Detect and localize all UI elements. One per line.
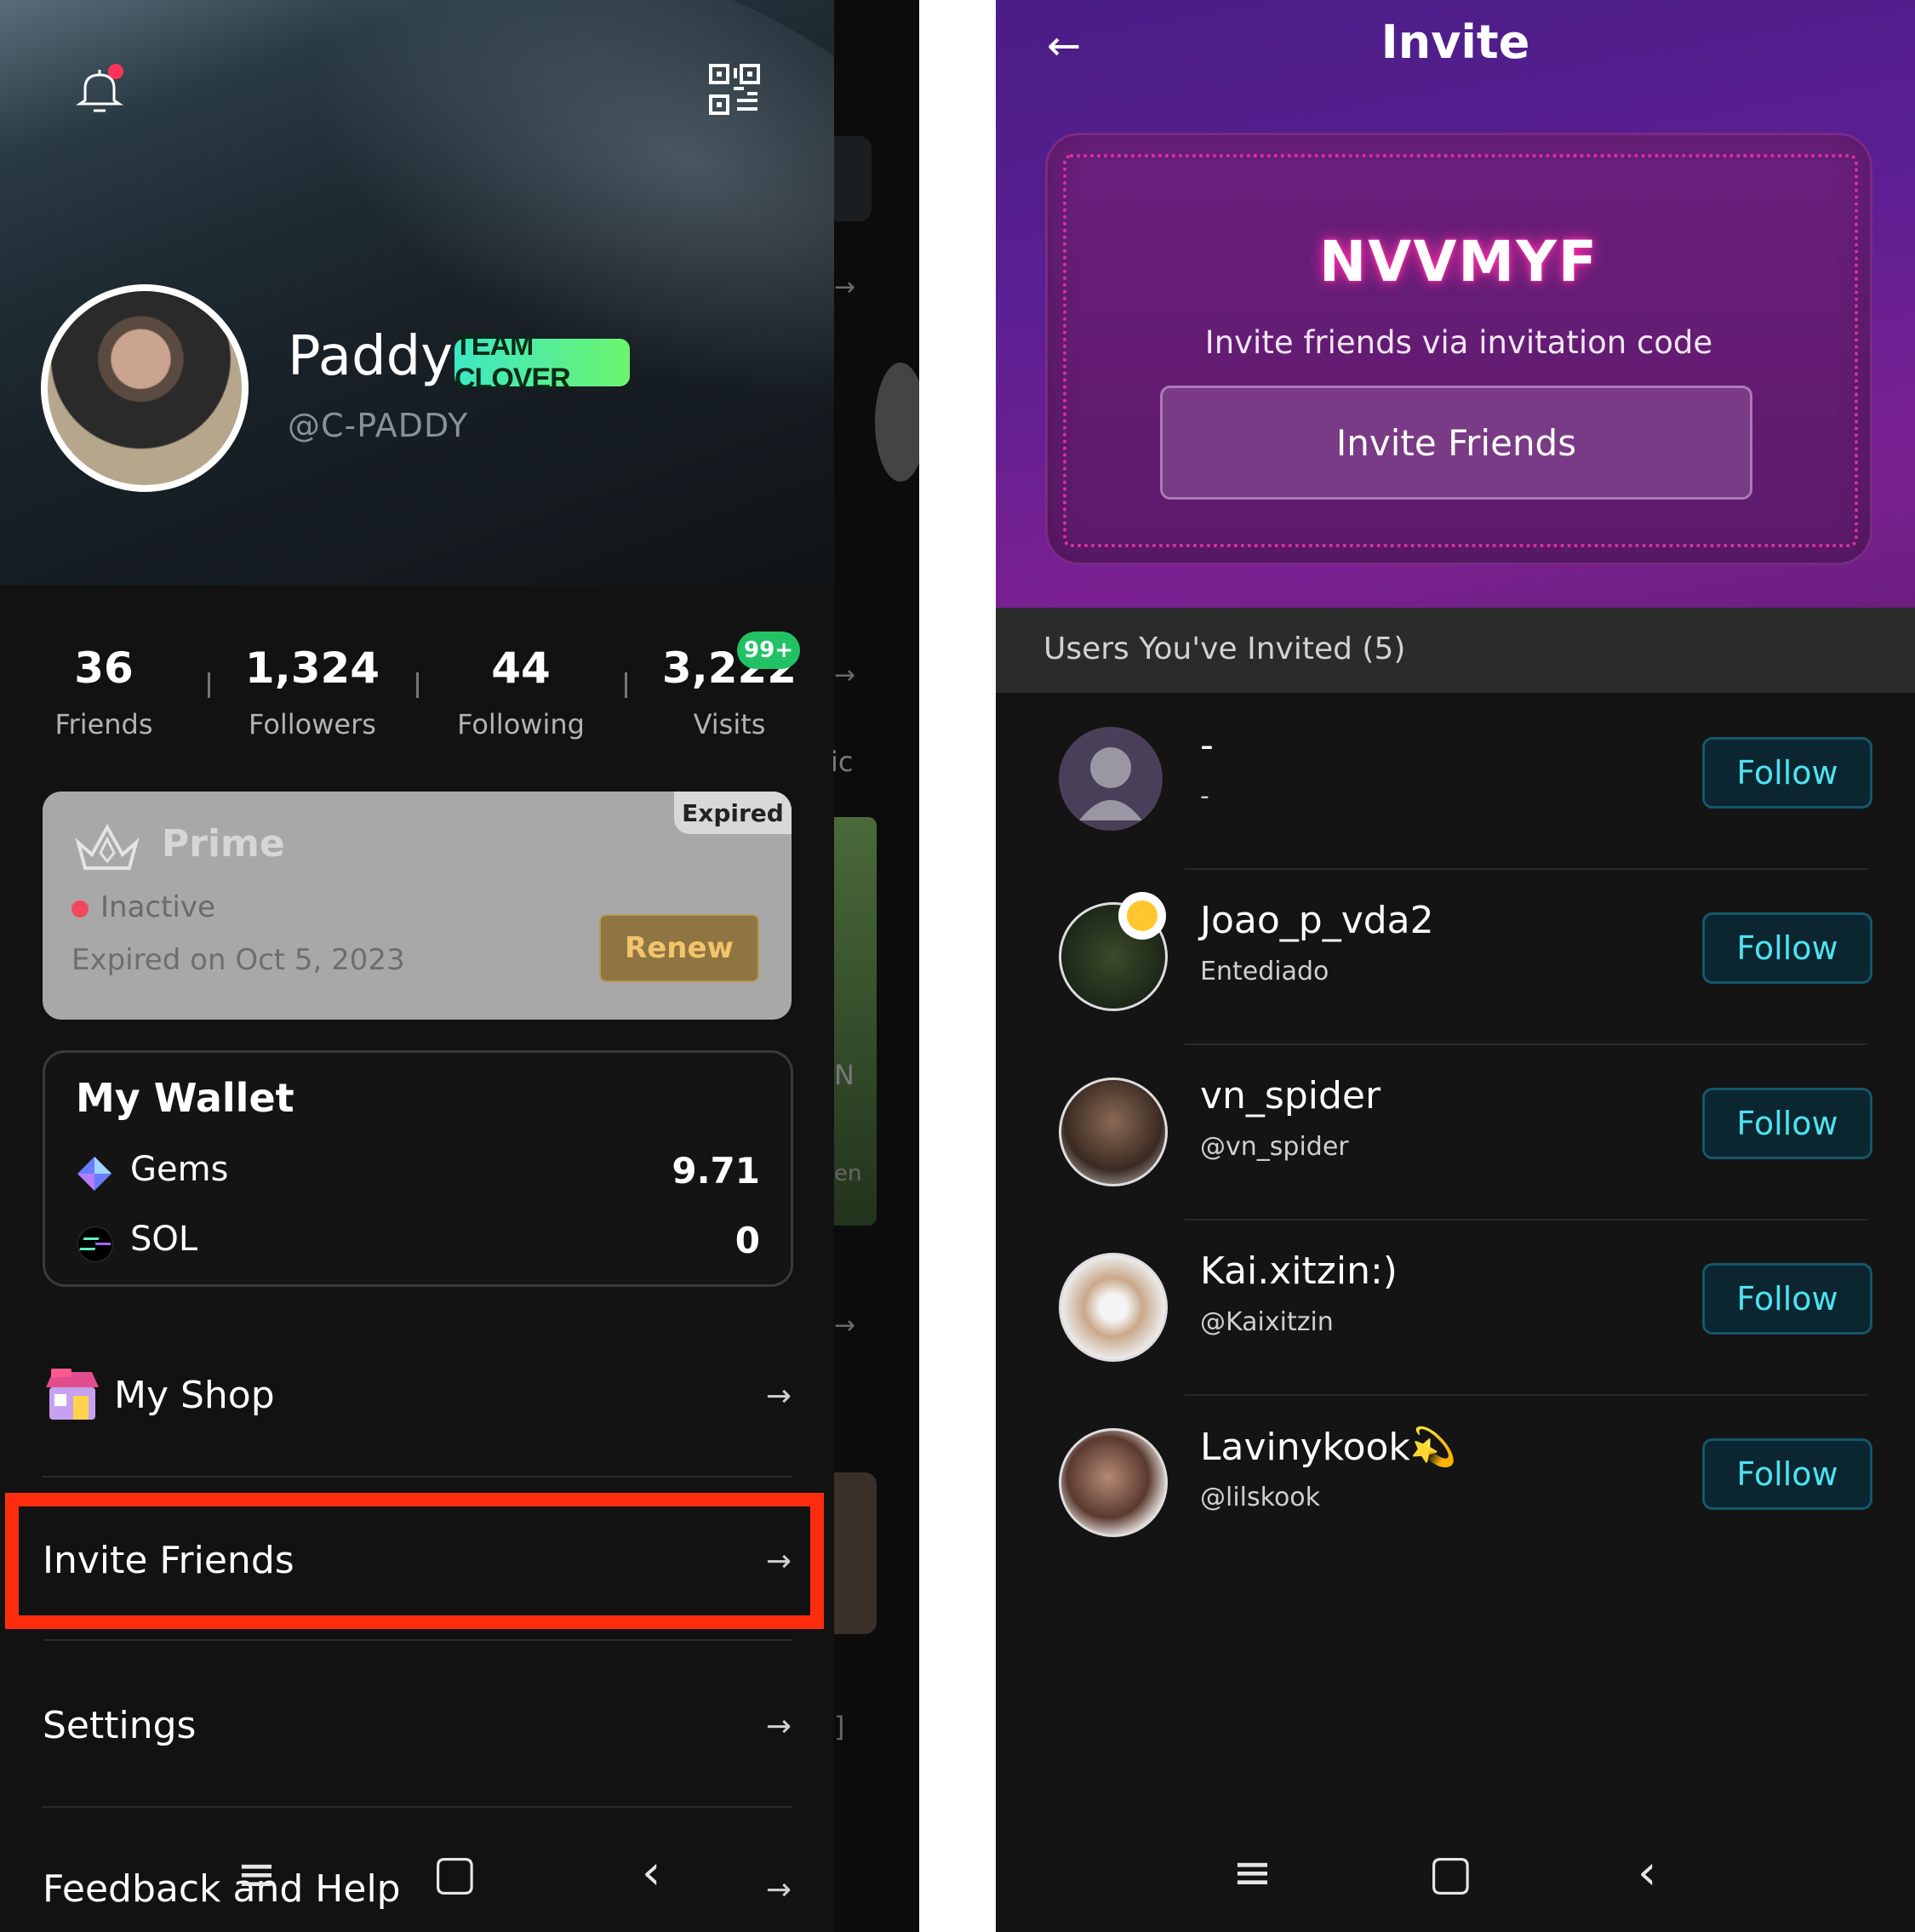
follow-button[interactable]: Follow: [1702, 1263, 1872, 1335]
follow-button[interactable]: Follow: [1702, 737, 1872, 809]
avatar-image: [48, 291, 242, 485]
stat-friends[interactable]: 36 Friends: [19, 643, 189, 740]
follow-button[interactable]: Follow: [1702, 1438, 1872, 1510]
menu-item-settings[interactable]: Settings →: [43, 1675, 792, 1777]
arrow-right-icon: →: [765, 1544, 792, 1579]
invite-screen: Invite ← NVVMYF Invite friends via invit…: [996, 0, 1915, 1932]
peek-text: N: [834, 1059, 855, 1091]
peek-text: en: [834, 1161, 862, 1186]
background-page-peek: → → ic N en → ]: [831, 0, 919, 1932]
invited-users-section-header: Users You've Invited (5): [996, 608, 1915, 693]
profile-screen: → → ic N en → ] Paddy TEAM CLOVER @C-PAD…: [0, 0, 919, 1932]
prime-title: Prime: [162, 822, 285, 866]
menu-item-my-shop[interactable]: My Shop →: [43, 1345, 792, 1447]
profile-name: Paddy: [288, 325, 454, 388]
prime-status: Inactive: [100, 890, 215, 924]
avatar: [1059, 1077, 1168, 1186]
stat-following[interactable]: 44 Following: [436, 643, 606, 740]
renew-button[interactable]: Renew: [599, 914, 759, 982]
crown-icon: [75, 823, 140, 870]
wallet-card[interactable]: My Wallet Gems 9.71 SOL 0: [43, 1050, 793, 1287]
divider: [43, 1639, 792, 1641]
avatar: [1059, 1428, 1168, 1537]
nav-back-icon[interactable]: ‹: [1638, 1845, 1656, 1901]
stat-followers[interactable]: 1,324 Followers: [227, 643, 397, 740]
nav-menu-icon[interactable]: ≡: [237, 1847, 277, 1902]
divider: [43, 1476, 792, 1478]
notification-bell-icon[interactable]: [73, 63, 126, 116]
visits-badge: 99+: [737, 632, 800, 669]
menu-item-invite-friends[interactable]: Invite Friends →: [43, 1510, 792, 1612]
peek-arrow: →: [834, 272, 856, 302]
follow-button[interactable]: Follow: [1702, 912, 1872, 984]
back-arrow-icon[interactable]: ←: [1047, 22, 1081, 70]
arrow-right-icon: →: [765, 1709, 792, 1744]
list-item[interactable]: Kai.xitzin:) @Kaixitzin Follow: [996, 1219, 1915, 1394]
invite-friends-button[interactable]: Invite Friends: [1160, 386, 1752, 500]
invite-code-card: NVVMYF Invite friends via invitation cod…: [1045, 133, 1872, 565]
gems-value: 9.71: [672, 1150, 760, 1192]
profile-handle: @C-PADDY: [288, 407, 469, 444]
sol-icon: [77, 1226, 113, 1262]
gem-icon: [77, 1157, 111, 1191]
expired-tag: Expired: [674, 792, 792, 834]
avatar: [1059, 1253, 1168, 1362]
sol-label: SOL: [130, 1220, 198, 1259]
list-item[interactable]: Joao_p_vda2 Entediado Follow: [996, 868, 1915, 1043]
peek-text: ic: [831, 746, 854, 778]
peek-text: ]: [834, 1711, 845, 1743]
arrow-right-icon: →: [765, 1872, 792, 1907]
menu-item-feedback-help[interactable]: Feedback and Help →: [43, 1838, 792, 1932]
emoji-badge-icon: [1118, 892, 1166, 940]
nav-home-icon[interactable]: ▢: [1428, 1845, 1473, 1901]
team-badge: TEAM CLOVER: [454, 329, 630, 395]
list-item[interactable]: vn_spider @vn_spider Follow: [996, 1043, 1915, 1219]
stat-separator: [416, 672, 419, 698]
invite-code-caption: Invite friends via invitation code: [1204, 324, 1713, 361]
page-title: Invite: [1381, 15, 1530, 69]
peek-arrow: →: [834, 660, 856, 690]
divider: [43, 1806, 792, 1808]
arrow-right-icon: →: [765, 1379, 792, 1414]
stat-separator: [625, 672, 627, 698]
nav-back-icon[interactable]: ‹: [642, 1845, 660, 1901]
default-avatar-icon: [1059, 727, 1163, 831]
qr-code-icon[interactable]: [708, 63, 761, 116]
list-item[interactable]: - - Follow: [996, 693, 1915, 868]
nav-menu-icon[interactable]: ≡: [1232, 1845, 1272, 1901]
prime-expiry-date: Expired on Oct 5, 2023: [71, 943, 405, 977]
gems-label: Gems: [130, 1150, 229, 1189]
nav-home-icon[interactable]: ▢: [432, 1845, 477, 1901]
stat-separator: [208, 672, 210, 698]
sol-value: 0: [735, 1220, 760, 1261]
invite-code[interactable]: NVVMYF: [1048, 229, 1870, 294]
wallet-title: My Wallet: [76, 1075, 294, 1121]
inactive-dot: [71, 900, 89, 917]
prime-card[interactable]: Expired Prime Inactive Expired on Oct 5,…: [43, 792, 792, 1020]
peek-arrow: →: [834, 1311, 856, 1340]
list-item[interactable]: Lavinykook💫 @lilskook Follow: [996, 1394, 1915, 1569]
follow-button[interactable]: Follow: [1702, 1088, 1872, 1159]
